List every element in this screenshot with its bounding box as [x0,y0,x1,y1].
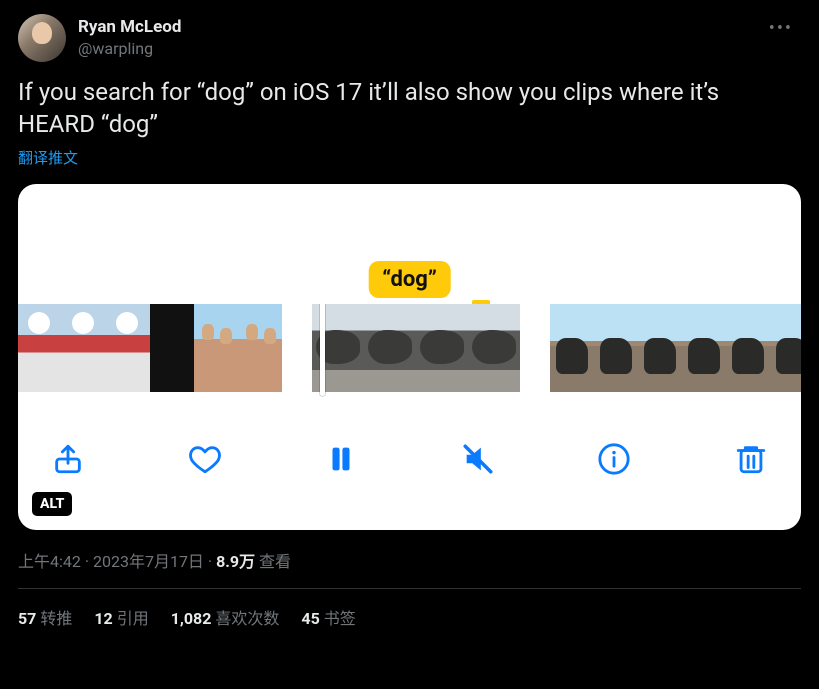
thumbnail [106,304,150,392]
media-top: “dog” [18,184,801,304]
share-icon[interactable] [48,439,88,479]
thumbnail [416,304,468,392]
author-names: Ryan McLeod @warpling [78,17,181,58]
retweets-stat[interactable]: 57转推 [18,605,72,629]
bookmarks-label: 书签 [324,609,356,628]
likes-label: 喜欢次数 [215,609,279,628]
author-block[interactable]: Ryan McLeod @warpling [18,14,181,62]
quotes-stat[interactable]: 12 引用 [94,605,148,629]
retweets-label: 转推 [40,609,72,628]
tweet-date[interactable]: 2023年7月17日 [93,552,204,571]
thumbnail [638,304,682,392]
views-label: 查看 [259,552,291,571]
pause-icon[interactable] [321,439,361,479]
thumbnail [62,304,106,392]
thumbnail [468,304,520,392]
thumbnail [364,304,416,392]
likes-count: 1,082 [171,609,212,628]
meta-sep: · [204,552,216,571]
mute-icon[interactable] [458,439,498,479]
playhead[interactable] [312,304,364,392]
tweet-header: Ryan McLeod @warpling ••• [18,14,801,62]
avatar[interactable] [18,14,66,62]
thumbnail [150,304,194,392]
filmstrip[interactable] [18,304,801,400]
retweets-count: 57 [18,609,36,628]
tweet-time[interactable]: 上午4:42 [18,552,81,571]
trash-icon[interactable] [731,439,771,479]
likes-stat[interactable]: 1,082喜欢次数 [171,605,280,629]
thumbnail [726,304,770,392]
caption-bubble: “dog” [368,261,451,298]
translate-link[interactable]: 翻译推文 [18,147,801,168]
bookmarks-stat[interactable]: 45 书签 [301,605,355,629]
display-name[interactable]: Ryan McLeod [78,17,181,38]
media-card[interactable]: “dog” [18,184,801,530]
tweet-text: If you search for “dog” on iOS 17 it’ll … [18,76,801,141]
media-toolbar [18,400,801,496]
bookmarks-count: 45 [301,609,319,628]
thumbnail [682,304,726,392]
info-icon[interactable] [594,439,634,479]
thumbnail [550,304,594,392]
tweet-meta: 上午4:42 · 2023年7月17日 · 8.9万 查看 [18,548,801,572]
thumbnail [238,304,282,392]
quotes-label: 引用 [117,609,149,628]
more-icon[interactable]: ••• [761,14,801,43]
clip[interactable] [312,304,520,392]
tweet-container: Ryan McLeod @warpling ••• If you search … [0,0,819,629]
thumbnail [18,304,62,392]
quotes-count: 12 [94,609,112,628]
alt-badge[interactable]: ALT [32,492,72,516]
heart-icon[interactable] [185,439,225,479]
views-count: 8.9万 [216,552,255,571]
thumbnail [594,304,638,392]
clip[interactable] [550,304,801,392]
meta-sep: · [81,552,93,571]
tweet-stats: 57转推 12 引用 1,082喜欢次数 45 书签 [18,589,801,629]
thumbnail [770,304,801,392]
clip[interactable] [18,304,282,392]
thumbnail [194,304,238,392]
handle[interactable]: @warpling [78,39,181,59]
